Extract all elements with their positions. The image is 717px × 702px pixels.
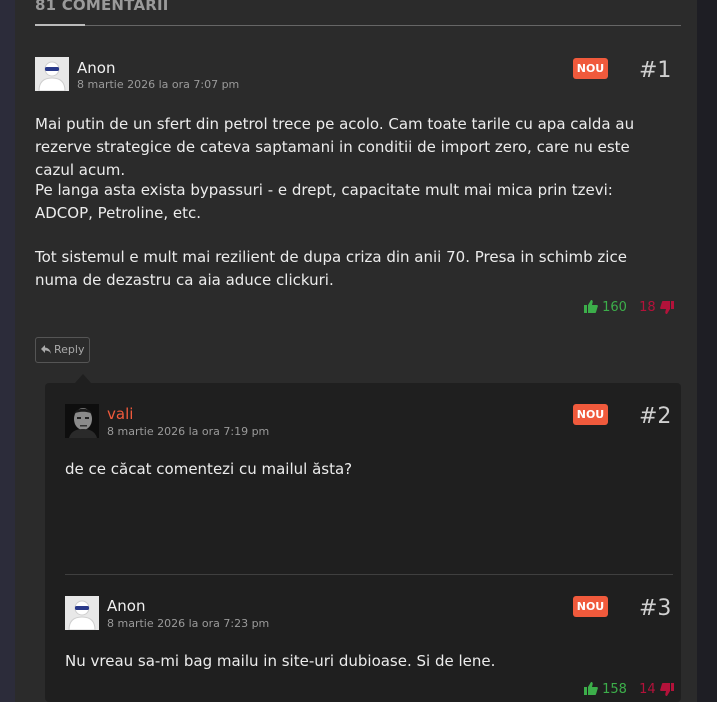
upvote-count: 160 <box>602 300 627 315</box>
comment-date[interactable]: 8 martie 2026 la ora 7:07 pm <box>77 78 239 91</box>
comment-author[interactable]: Anon <box>107 597 145 615</box>
downvote-count: 18 <box>639 300 656 315</box>
vote-bar: 158 14 <box>584 682 674 697</box>
comments-header: 81 COMENTARII <box>35 0 681 26</box>
thumbs-up-icon <box>584 300 598 313</box>
new-badge: NOU <box>573 58 608 79</box>
thumbs-down-icon <box>659 683 674 696</box>
comment-paragraph: Nu vreau sa-mi bag mailu in site-uri dub… <box>65 652 496 670</box>
header-divider <box>35 25 681 26</box>
comment-paragraph: Pe langa asta exista bypassuri - e drept… <box>35 181 613 222</box>
thumbs-down-icon <box>659 301 674 314</box>
comment-paragraph: Tot sistemul e mult mai rezilient de dup… <box>35 248 627 289</box>
reply-thread-pointer <box>75 374 91 383</box>
user-photo-avatar <box>65 404 99 438</box>
header-divider-accent <box>35 24 85 26</box>
comment-number[interactable]: #1 <box>639 58 671 83</box>
downvote-button[interactable]: 14 <box>639 682 674 697</box>
comment-date[interactable]: 8 martie 2026 la ora 7:19 pm <box>107 425 269 438</box>
masked-anon-avatar-icon <box>65 596 99 630</box>
reply-arrow-icon <box>40 345 51 354</box>
downvote-count: 14 <box>639 682 656 697</box>
thumbs-up-icon <box>584 682 598 695</box>
comment-author[interactable]: vali <box>107 405 133 423</box>
reply-divider <box>65 574 673 575</box>
reply-button[interactable]: Reply <box>35 337 90 363</box>
reply-label: Reply <box>54 343 85 356</box>
upvote-button[interactable]: 160 <box>584 300 631 315</box>
downvote-button[interactable]: 18 <box>639 300 674 315</box>
new-badge: NOU <box>573 596 608 617</box>
anon-avatar <box>65 596 99 630</box>
comment-paragraph: de ce căcat comentezi cu mailul ăsta? <box>65 460 353 478</box>
comment-number[interactable]: #2 <box>639 404 671 429</box>
page-edge <box>697 0 717 702</box>
new-badge: NOU <box>573 404 608 425</box>
comments-count-title: 81 COMENTARII <box>35 0 169 14</box>
comment-date[interactable]: 8 martie 2026 la ora 7:23 pm <box>107 617 269 630</box>
comment-paragraph: Mai putin de un sfert din petrol trece p… <box>35 115 635 179</box>
upvote-count: 158 <box>602 682 627 697</box>
vote-bar: 160 18 <box>584 300 674 315</box>
user-photo-icon <box>65 404 99 438</box>
anon-avatar <box>35 57 69 91</box>
comment-author[interactable]: Anon <box>77 59 115 77</box>
comment-number[interactable]: #3 <box>639 596 671 621</box>
upvote-button[interactable]: 158 <box>584 682 631 697</box>
masked-anon-avatar-icon <box>35 57 69 91</box>
